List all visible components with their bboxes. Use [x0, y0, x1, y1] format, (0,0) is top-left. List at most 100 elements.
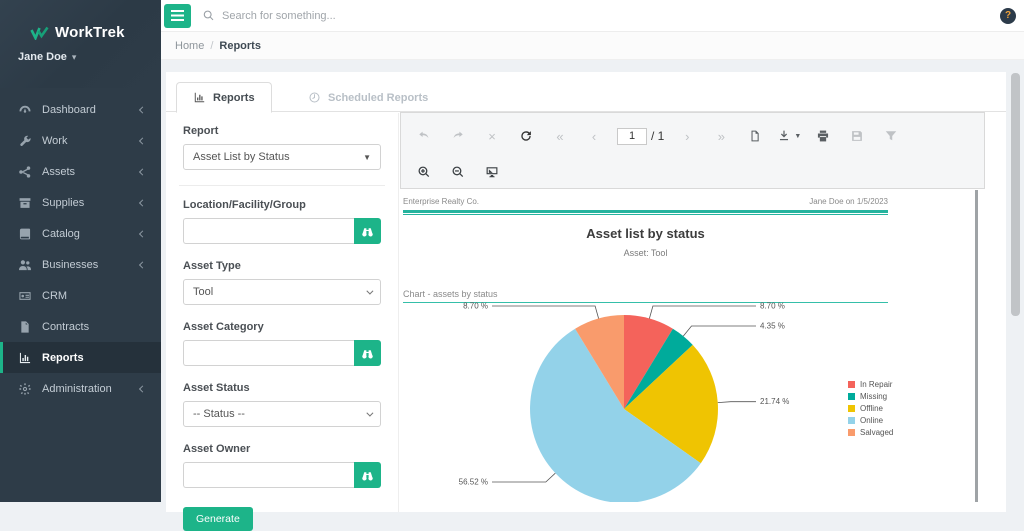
pie-chart: 8.70 %4.35 %21.74 %56.52 %8.70 %: [400, 296, 985, 502]
sidebar-nav: Dashboard Work Assets SuppliesCatalogBusine…: [0, 94, 161, 404]
legend-item: In Repair: [848, 380, 893, 389]
report-select[interactable]: Asset List by Status ▼: [183, 144, 381, 170]
sidebar-item-assets[interactable]: Assets: [0, 156, 161, 187]
sidebar-item-businesses[interactable]: Businesses: [0, 249, 161, 280]
cancel-button[interactable]: ×: [475, 124, 509, 148]
sidebar-item-label: Assets: [42, 166, 75, 178]
next-page-button[interactable]: ›: [670, 124, 704, 148]
sidebar-item-label: Contracts: [42, 321, 89, 333]
worktrek-logo-icon: [30, 26, 49, 40]
bar-chart-icon: [193, 91, 206, 104]
page-number-input[interactable]: [617, 128, 647, 145]
fit-screen-button[interactable]: [475, 160, 509, 184]
viewer-toolbar-row-2: [401, 157, 984, 187]
asset-category-input[interactable]: [183, 340, 354, 366]
sidebar-item-label: CRM: [42, 290, 67, 302]
pie-label-line: [683, 326, 756, 336]
breadcrumb-current: Reports: [219, 40, 261, 52]
report-title: Asset list by status: [403, 226, 888, 241]
zoom-out-button[interactable]: [441, 160, 475, 184]
redo-icon: [451, 129, 465, 143]
sidebar-item-supplies[interactable]: Supplies: [0, 187, 161, 218]
report-label: Report: [183, 125, 381, 137]
nodes-icon: [18, 165, 32, 179]
tab-reports[interactable]: Reports: [176, 82, 272, 113]
legend-label: Salvaged: [860, 428, 893, 437]
user-menu[interactable]: Jane Doe ▾: [18, 51, 161, 63]
undo-button[interactable]: [407, 124, 441, 148]
report-subtitle: Asset: Tool: [403, 248, 888, 258]
binoculars-icon: [361, 347, 374, 360]
viewer-scrollbar[interactable]: [975, 190, 978, 502]
asset-type-select[interactable]: Tool: [183, 279, 381, 305]
asset-status-select[interactable]: -- Status --: [183, 401, 381, 427]
sidebar: WorkTrek Jane Doe ▾ Dashboard Work Assets S…: [0, 0, 161, 502]
first-page-button[interactable]: «: [543, 124, 577, 148]
pie-label-line: [718, 402, 756, 403]
menu-toggle-button[interactable]: [164, 4, 191, 28]
legend-swatch: [848, 429, 855, 436]
sidebar-item-work[interactable]: Work: [0, 125, 161, 156]
chart-legend: In RepairMissingOfflineOnlineSalvaged: [848, 380, 893, 440]
refresh-icon: [519, 129, 533, 143]
asset-type-select-value: Tool: [193, 286, 213, 298]
tab-scheduled-reports[interactable]: Scheduled Reports: [292, 82, 444, 113]
refresh-button[interactable]: [509, 124, 543, 148]
pie-percent-label: 8.70 %: [760, 301, 785, 310]
sidebar-item-dashboard[interactable]: Dashboard: [0, 94, 161, 125]
report-header: Enterprise Realty Co. Jane Doe on 1/5/20…: [403, 197, 888, 206]
asset-category-lookup-button[interactable]: [354, 340, 381, 366]
asset-owner-lookup-button[interactable]: [354, 462, 381, 488]
box-icon: [18, 196, 32, 210]
sidebar-item-contracts[interactable]: Contracts: [0, 311, 161, 342]
sidebar-item-label: Dashboard: [42, 104, 96, 116]
print-button[interactable]: [806, 124, 840, 148]
save-button[interactable]: [840, 124, 874, 148]
download-button[interactable]: ▼: [772, 124, 806, 148]
breadcrumb-home-link[interactable]: Home: [175, 40, 204, 52]
asset-type-label: Asset Type: [183, 260, 381, 272]
save-icon: [850, 129, 864, 143]
legend-label: Missing: [860, 392, 887, 401]
id-card-icon: [18, 289, 32, 303]
divider: [403, 210, 888, 213]
pie-label-line: [492, 473, 555, 482]
sidebar-item-reports[interactable]: Reports: [0, 342, 161, 373]
sidebar-item-catalog[interactable]: Catalog: [0, 218, 161, 249]
asset-owner-input[interactable]: [183, 462, 354, 488]
logo: WorkTrek: [30, 24, 161, 41]
chevron-down-icon: ▾: [72, 52, 77, 63]
report-byline: Jane Doe on 1/5/2023: [809, 197, 888, 206]
sidebar-item-administration[interactable]: Administration: [0, 373, 161, 404]
location-label: Location/Facility/Group: [183, 199, 381, 211]
chevron-left-icon: [139, 137, 146, 144]
download-icon: [777, 129, 791, 143]
menu-icon: [171, 10, 184, 21]
binoculars-icon: [361, 469, 374, 482]
chevron-left-icon: [139, 168, 146, 175]
location-input-group: [183, 218, 381, 244]
cancel-icon: ×: [488, 130, 496, 143]
help-button[interactable]: ?: [1000, 8, 1016, 24]
book-icon: [18, 227, 32, 241]
search-input[interactable]: [222, 10, 1000, 22]
tab-label: Scheduled Reports: [328, 92, 428, 104]
filter-button[interactable]: [874, 124, 908, 148]
zoom-in-button[interactable]: [407, 160, 441, 184]
location-lookup-button[interactable]: [354, 218, 381, 244]
report-select-value: Asset List by Status: [193, 151, 290, 163]
legend-item: Missing: [848, 392, 893, 401]
prev-page-button[interactable]: ‹: [577, 124, 611, 148]
binoculars-icon: [361, 225, 374, 238]
last-page-button[interactable]: »: [704, 124, 738, 148]
clock-icon: [308, 91, 321, 104]
redo-button[interactable]: [441, 124, 475, 148]
caret-down-icon: ▼: [363, 153, 371, 162]
legend-swatch: [848, 381, 855, 388]
location-input[interactable]: [183, 218, 354, 244]
generate-button[interactable]: Generate: [183, 507, 253, 531]
page-scrollbar[interactable]: [1011, 73, 1020, 316]
search-bar: [202, 9, 1000, 22]
new-document-button[interactable]: [738, 124, 772, 148]
sidebar-item-crm[interactable]: CRM: [0, 280, 161, 311]
